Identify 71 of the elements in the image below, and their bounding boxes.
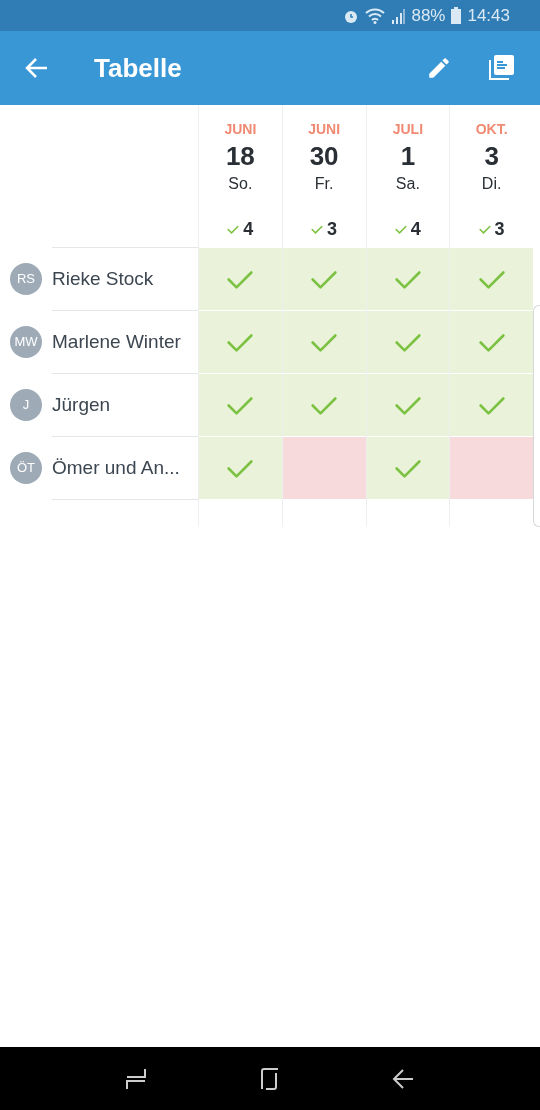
answer-cell[interactable] <box>282 373 366 436</box>
participant-name: Ömer und An... <box>52 455 180 480</box>
check-icon <box>226 268 255 290</box>
date-weekday: Sa. <box>395 174 420 194</box>
answer-cell[interactable] <box>199 373 282 436</box>
participant-name: Rieke Stock <box>52 266 154 291</box>
check-icon <box>477 394 506 416</box>
answer-cell[interactable] <box>450 373 533 436</box>
back-arrow-icon <box>25 57 49 79</box>
date-day: 30 <box>309 140 339 172</box>
back-icon[interactable] <box>391 1066 415 1091</box>
participant-name: Marlene Winter <box>52 329 181 354</box>
answer-cell[interactable] <box>450 247 533 310</box>
yes-count: 4 <box>410 218 421 241</box>
check-icon <box>393 268 422 290</box>
yes-count: 4 <box>243 218 254 241</box>
yes-count: 3 <box>494 218 505 241</box>
check-icon <box>226 331 255 353</box>
answer-cell[interactable] <box>282 310 366 373</box>
check-icon <box>310 394 339 416</box>
date-month: JUNI <box>308 120 341 139</box>
answer-cell[interactable] <box>282 436 366 499</box>
date-month: JUNI <box>224 120 257 139</box>
answer-cell[interactable] <box>366 247 450 310</box>
date-day: 18 <box>225 140 255 172</box>
check-icon <box>393 331 422 353</box>
battery-percent: 88% <box>411 4 446 27</box>
date-month: JULI <box>392 120 424 139</box>
clock-time: 14:43 <box>467 4 510 27</box>
avatar-initials: ÖT <box>10 451 42 484</box>
check-icon <box>311 225 324 234</box>
check-icon <box>310 268 339 290</box>
date-day: 1 <box>400 140 416 172</box>
wifi-icon <box>365 7 386 24</box>
yes-count: 3 <box>327 218 338 241</box>
answer-cell[interactable] <box>199 436 282 499</box>
avatar-initials: J <box>10 388 42 421</box>
pdf-export-button[interactable] <box>486 53 516 83</box>
pdf-document-icon <box>487 54 515 82</box>
answer-cell[interactable] <box>282 247 366 310</box>
check-icon <box>477 268 506 290</box>
check-icon <box>478 225 491 234</box>
answer-cell[interactable] <box>450 310 533 373</box>
scroll-handle[interactable] <box>533 305 540 527</box>
signal-icon <box>391 7 406 24</box>
avatar-initials: MW <box>10 325 42 358</box>
check-icon <box>226 457 255 479</box>
answer-cell[interactable] <box>366 310 450 373</box>
battery-icon <box>451 7 462 24</box>
date-day: 3 <box>484 140 499 172</box>
check-icon <box>394 225 407 234</box>
date-weekday: Fr. <box>314 174 334 194</box>
answer-cell[interactable] <box>450 436 533 499</box>
check-icon <box>393 457 422 479</box>
check-icon <box>226 394 255 416</box>
screen-title: Tabelle <box>94 51 183 85</box>
date-weekday: Di. <box>481 174 502 194</box>
answer-cell[interactable] <box>199 247 282 310</box>
answer-cell[interactable] <box>199 310 282 373</box>
check-icon <box>227 225 240 234</box>
date-weekday: So. <box>228 174 253 194</box>
date-month: OKT. <box>475 120 508 139</box>
check-icon <box>393 394 422 416</box>
answer-cell[interactable] <box>366 436 450 499</box>
answer-cell[interactable] <box>366 373 450 436</box>
participant-name: Jürgen <box>52 392 111 417</box>
avatar-initials: RS <box>10 262 42 295</box>
check-icon <box>477 331 506 353</box>
check-icon <box>310 331 339 353</box>
pencil-icon <box>426 55 452 81</box>
recent-apps-icon[interactable] <box>125 1066 147 1091</box>
